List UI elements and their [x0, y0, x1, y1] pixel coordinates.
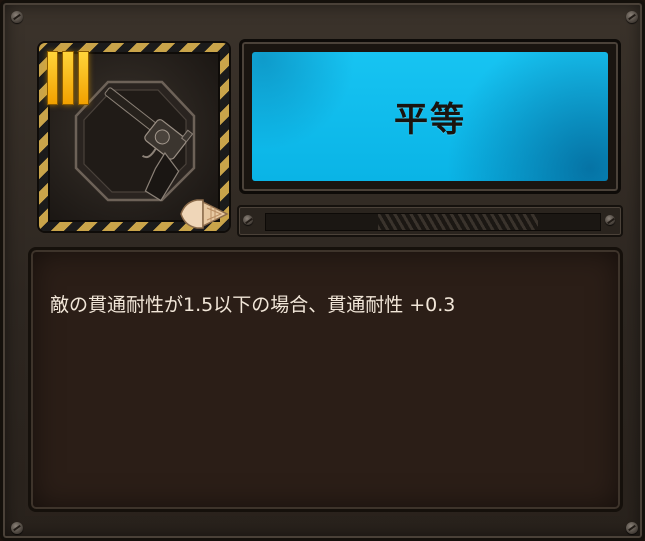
- screw-icon: [243, 215, 253, 225]
- rank-bar-3: [77, 51, 89, 105]
- item-title: 平等: [394, 100, 466, 140]
- rank-badge: [47, 51, 89, 105]
- screw-icon: [11, 522, 23, 534]
- revolver-icon: [74, 80, 196, 202]
- item-description: 敵の貫通耐性が1.5以下の場合、貫通耐性 +0.3: [50, 294, 456, 316]
- progress-bar-stripes: [378, 214, 538, 230]
- title-banner: 平等: [252, 52, 608, 181]
- screw-icon: [626, 522, 638, 534]
- screw-icon: [11, 11, 23, 23]
- screw-icon: [605, 215, 615, 225]
- progress-bar-frame: [237, 205, 623, 237]
- title-frame: 平等: [239, 39, 621, 194]
- description-panel: 敵の貫通耐性が1.5以下の場合、貫通耐性 +0.3: [28, 247, 623, 512]
- rank-bar-2: [62, 51, 74, 105]
- progress-bar-track: [265, 213, 601, 231]
- item-card-panel: 平等 敵の貫通耐性が1.5以下の場合、貫通耐性 +0.3: [0, 0, 645, 541]
- screw-icon: [626, 11, 638, 23]
- bullet-icon: [180, 199, 229, 229]
- rank-bar-1: [47, 51, 59, 105]
